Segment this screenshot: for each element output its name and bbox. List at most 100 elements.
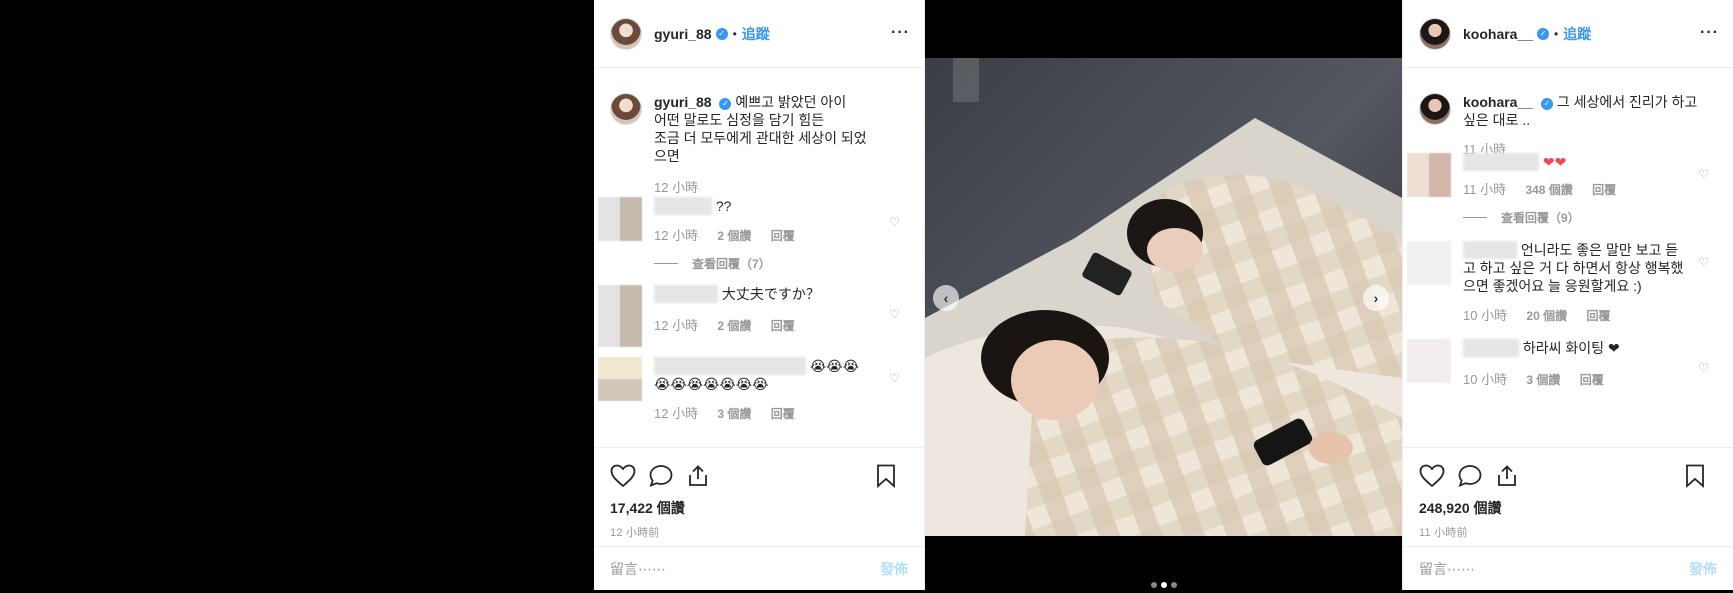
separator-dot: • — [1554, 26, 1559, 41]
follow-button[interactable]: 追蹤 — [1563, 24, 1591, 44]
verified-badge-icon: ✓ — [1540, 98, 1553, 110]
reply-button[interactable]: 回覆 — [1592, 183, 1616, 197]
comment-like-heart-icon[interactable]: ♡ — [889, 307, 900, 321]
bookmark-icon[interactable] — [876, 464, 896, 488]
avatar[interactable] — [1407, 153, 1451, 197]
post-timestamp[interactable]: 11 小時前 — [1419, 524, 1717, 540]
bookmark-icon[interactable] — [1685, 464, 1705, 488]
comment-like-heart-icon[interactable]: ♡ — [889, 371, 900, 385]
caption-username[interactable]: koohara__ — [1463, 94, 1533, 110]
avatar[interactable] — [598, 285, 642, 347]
verified-badge-icon: ✓ — [715, 27, 728, 40]
post-caption: koohara__ ✓ 그 세상에서 진리가 하고 싶은 대로 .. 11 小時 — [1403, 69, 1733, 159]
add-comment-bar: 留言⋯⋯ 發佈 — [594, 546, 924, 590]
avatar[interactable] — [598, 357, 642, 401]
comment-likes[interactable]: 2 個讚 — [717, 229, 751, 243]
comments-list[interactable]: koohara__ ✓ 그 세상에서 진리가 하고 싶은 대로 .. 11 小時… — [1403, 69, 1733, 447]
comment-like-heart-icon[interactable]: ♡ — [1698, 167, 1709, 181]
comment-username[interactable] — [1463, 241, 1517, 259]
comment-likes[interactable]: 348 個讚 — [1525, 183, 1572, 197]
avatar[interactable] — [1419, 17, 1451, 50]
comment-time[interactable]: 12 小時 — [654, 406, 698, 421]
comment-username[interactable] — [1463, 339, 1519, 357]
avatar[interactable] — [1407, 339, 1451, 383]
verified-badge-icon: ✓ — [719, 98, 732, 110]
comment-text: 大丈夫ですか？ — [721, 286, 820, 302]
carousel-dot-active — [1161, 582, 1167, 588]
comment-item: ❤❤ 11 小時 348 個讚 回覆 查看回覆（9） ♡ — [1403, 153, 1733, 227]
comment-text: 😭😭😭 — [809, 358, 859, 374]
avatar[interactable] — [1419, 93, 1451, 125]
comment-likes[interactable]: 20 個讚 — [1526, 309, 1567, 323]
like-count[interactable]: 248,920 個讚 — [1419, 498, 1717, 518]
comment-time[interactable]: 11 小時 — [1463, 182, 1506, 197]
share-icon[interactable] — [686, 464, 710, 488]
comment-likes[interactable]: 3 個讚 — [717, 407, 751, 421]
post-photo[interactable] — [925, 58, 1402, 536]
caption-username[interactable]: gyuri_88 — [654, 94, 712, 110]
post-comment-button[interactable]: 發佈 — [880, 559, 908, 579]
comment-time[interactable]: 12 小時 — [654, 318, 698, 333]
comment-time[interactable]: 10 小時 — [1463, 308, 1507, 323]
comment-time[interactable]: 10 小時 — [1463, 372, 1507, 387]
post-actions: 248,920 個讚 11 小時前 — [1403, 447, 1733, 545]
comment-item: 😭😭😭 😭😭😭😭😭😭😭 12 小時 3 個讚 回覆 ♡ — [594, 357, 924, 423]
avatar[interactable] — [598, 197, 642, 241]
chevron-right-icon[interactable]: › — [1363, 285, 1389, 311]
more-icon[interactable]: ··· — [891, 24, 910, 42]
photo-image — [925, 58, 1402, 536]
comment-like-heart-icon[interactable]: ♡ — [1698, 361, 1709, 375]
chevron-left-icon[interactable]: ‹ — [933, 285, 959, 311]
carousel-dot — [1171, 582, 1177, 588]
carousel-indicator — [1149, 575, 1179, 593]
comment-item: 大丈夫ですか？ 12 小時 2 個讚 回覆 ♡ — [594, 285, 924, 347]
caption-time[interactable]: 12 小時 — [654, 179, 894, 197]
comment-item: 하라씨 화이팅 ❤ 10 小時 3 個讚 回覆 ♡ — [1403, 339, 1733, 389]
comment-username[interactable] — [654, 285, 718, 303]
comment-text: ❤❤ — [1542, 154, 1567, 170]
comment-username[interactable] — [1463, 153, 1539, 171]
comment-input[interactable]: 留言⋯⋯ — [610, 559, 666, 579]
caption-line: 그 세상에서 진리가 하고 — [1556, 94, 1698, 110]
comment-time[interactable]: 12 小時 — [654, 228, 698, 243]
follow-button[interactable]: 追蹤 — [742, 24, 770, 44]
comment-username[interactable] — [654, 357, 806, 375]
post-header: koohara__ ✓ • 追蹤 ··· — [1403, 0, 1733, 68]
comments-list[interactable]: gyuri_88 ✓ 예쁘고 밝았던 아이 어떤 말로도 심정을 담기 힘든 조… — [594, 69, 924, 447]
view-replies-button[interactable]: 查看回覆（7） — [654, 255, 878, 273]
share-icon[interactable] — [1495, 464, 1519, 488]
comment-likes[interactable]: 3 個讚 — [1526, 373, 1560, 387]
like-count[interactable]: 17,422 個讚 — [610, 498, 908, 518]
carousel-dot — [1151, 582, 1157, 588]
add-comment-bar: 留言⋯⋯ 發佈 — [1403, 546, 1733, 590]
comment-icon[interactable] — [648, 464, 674, 488]
caption-line: 어떤 말로도 심정을 담기 힘든 — [654, 112, 825, 128]
comment-icon[interactable] — [1457, 464, 1483, 488]
reply-button[interactable]: 回覆 — [1586, 309, 1610, 323]
comment-text: 하라씨 화이팅 ❤ — [1522, 340, 1620, 356]
comment-item: 언니라도 좋은 말만 보고 듣고 하고 싶은 거 다 하면서 항상 행복했으면 … — [1403, 241, 1733, 325]
separator-dot: • — [732, 26, 737, 41]
avatar[interactable] — [610, 17, 642, 50]
reply-button[interactable]: 回覆 — [771, 407, 795, 421]
view-replies-button[interactable]: 查看回覆（9） — [1463, 209, 1687, 227]
avatar[interactable] — [1407, 241, 1451, 285]
comment-likes[interactable]: 2 個讚 — [717, 319, 751, 333]
comment-item: ?? 12 小時 2 個讚 回覆 查看回覆（7） ♡ — [594, 197, 924, 273]
comment-like-heart-icon[interactable]: ♡ — [1698, 255, 1709, 269]
username[interactable]: gyuri_88 — [654, 26, 712, 42]
post-timestamp[interactable]: 12 小時前 — [610, 524, 908, 540]
avatar[interactable] — [610, 93, 642, 125]
post-comment-button[interactable]: 發佈 — [1689, 559, 1717, 579]
heart-icon[interactable] — [610, 464, 636, 488]
comment-username[interactable] — [654, 197, 712, 215]
comment-input[interactable]: 留言⋯⋯ — [1419, 559, 1475, 579]
left-post-panel: gyuri_88 ✓ • 追蹤 ··· gyuri_88 ✓ 예쁘고 밝았던 아… — [594, 0, 925, 590]
comment-like-heart-icon[interactable]: ♡ — [889, 215, 900, 229]
reply-button[interactable]: 回覆 — [1580, 373, 1604, 387]
reply-button[interactable]: 回覆 — [771, 229, 795, 243]
reply-button[interactable]: 回覆 — [771, 319, 795, 333]
more-icon[interactable]: ··· — [1700, 24, 1719, 42]
heart-icon[interactable] — [1419, 464, 1445, 488]
username[interactable]: koohara__ — [1463, 26, 1533, 42]
